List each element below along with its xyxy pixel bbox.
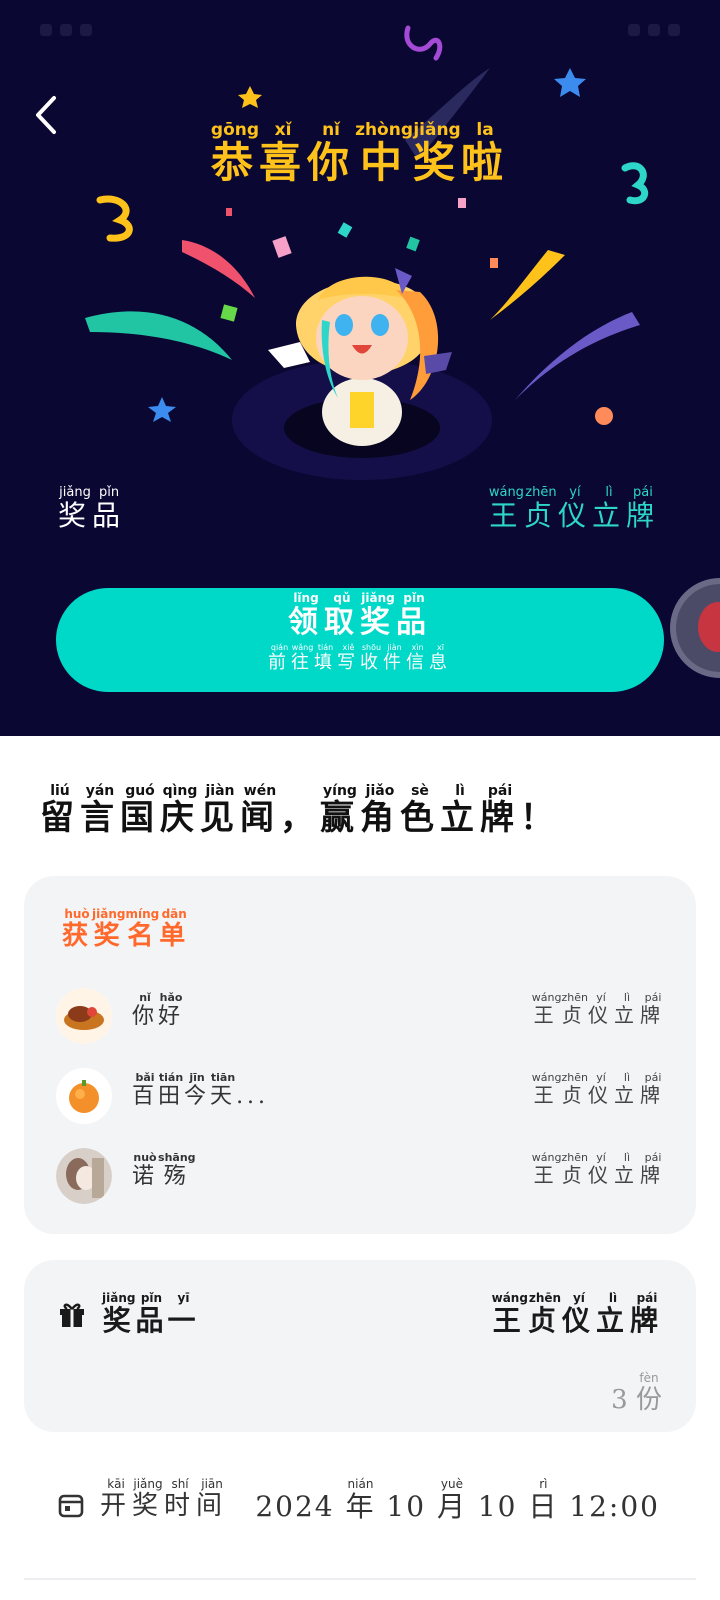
prize-card: 奖jiǎng品pǐn一yī 王wáng贞zhēn仪yí立lì牌pái 3 份fè… — [24, 1260, 696, 1432]
prize-count: 3 份fèn — [611, 1371, 662, 1415]
winners-title: 获huò奖jiǎng名míng单dān — [62, 907, 190, 951]
prize-name: 奖jiǎng品pǐn一yī — [102, 1291, 200, 1337]
winner-row[interactable]: 诺nuò殇shāng 王wáng贞zhēn仪yí立lì牌pái — [56, 1148, 666, 1208]
draw-time-label: 开kāi奖jiǎng时shí间jiān — [100, 1477, 229, 1521]
winners-card: 获huò奖jiǎng名míng单dān 你nǐ好hǎo 王wáng贞zhēn仪y… — [24, 876, 696, 1234]
divider — [24, 1578, 696, 1580]
avatar — [56, 1148, 112, 1204]
claim-prize-button[interactable]: 领lǐng取qǔ奖jiǎng品pǐn 前qián往wǎng填tián写xiě收s… — [56, 588, 664, 692]
claim-prize-sublabel: 前qián往wǎng填tián写xiě收shōu件jiàn信xìn息xī — [268, 643, 452, 673]
avatar — [56, 1068, 112, 1124]
winner-name: 你nǐ好hǎo — [132, 991, 185, 1029]
floating-ball-icon — [698, 602, 720, 652]
winner-prize: 王wáng贞zhēn仪yí立lì牌pái — [531, 1151, 666, 1187]
winner-prize: 王wáng贞zhēn仪yí立lì牌pái — [531, 991, 666, 1027]
draw-time-row: 开kāi奖jiǎng时shí间jiān 2024 年nián 10 月yuè 1… — [0, 1474, 720, 1534]
prize-value: 王wáng贞zhēn仪yí立lì牌pái — [488, 485, 660, 532]
prize-item: 王wáng贞zhēn仪yí立lì牌pái — [491, 1291, 664, 1337]
winner-row[interactable]: 你nǐ好hǎo 王wáng贞zhēn仪yí立lì牌pái — [56, 988, 666, 1048]
winner-prize: 王wáng贞zhēn仪yí立lì牌pái — [531, 1071, 666, 1107]
avatar — [56, 988, 112, 1044]
claim-prize-label: 领lǐng取qǔ奖jiǎng品pǐn — [288, 591, 432, 640]
winner-row[interactable]: 百bǎi田tián今jīn天tiān... 王wáng贞zhēn仪yí立lì牌p… — [56, 1068, 666, 1128]
hero-banner: 恭gōng喜xǐ你nǐ中zhòng奖jiǎng啦la 奖jiǎng品pǐn 王w… — [0, 0, 720, 736]
gift-icon — [60, 1303, 84, 1327]
congrats-title: 恭gōng喜xǐ你nǐ中zhòng奖jiǎng啦la — [210, 120, 510, 187]
prize-label: 奖jiǎng品pǐn — [58, 485, 127, 532]
winner-name: 诺nuò殇shāng — [132, 1151, 196, 1189]
draw-time-value: 2024 年nián 10 月yuè 10 日rì 12:00 — [255, 1477, 660, 1523]
winner-name: 百bǎi田tián今jīn天tiān... — [132, 1071, 270, 1109]
calendar-icon — [58, 1494, 84, 1518]
activity-headline: 留liú言yán国guó庆qìng见jiàn闻wén，赢yíng角jiǎo色sè… — [40, 783, 560, 838]
